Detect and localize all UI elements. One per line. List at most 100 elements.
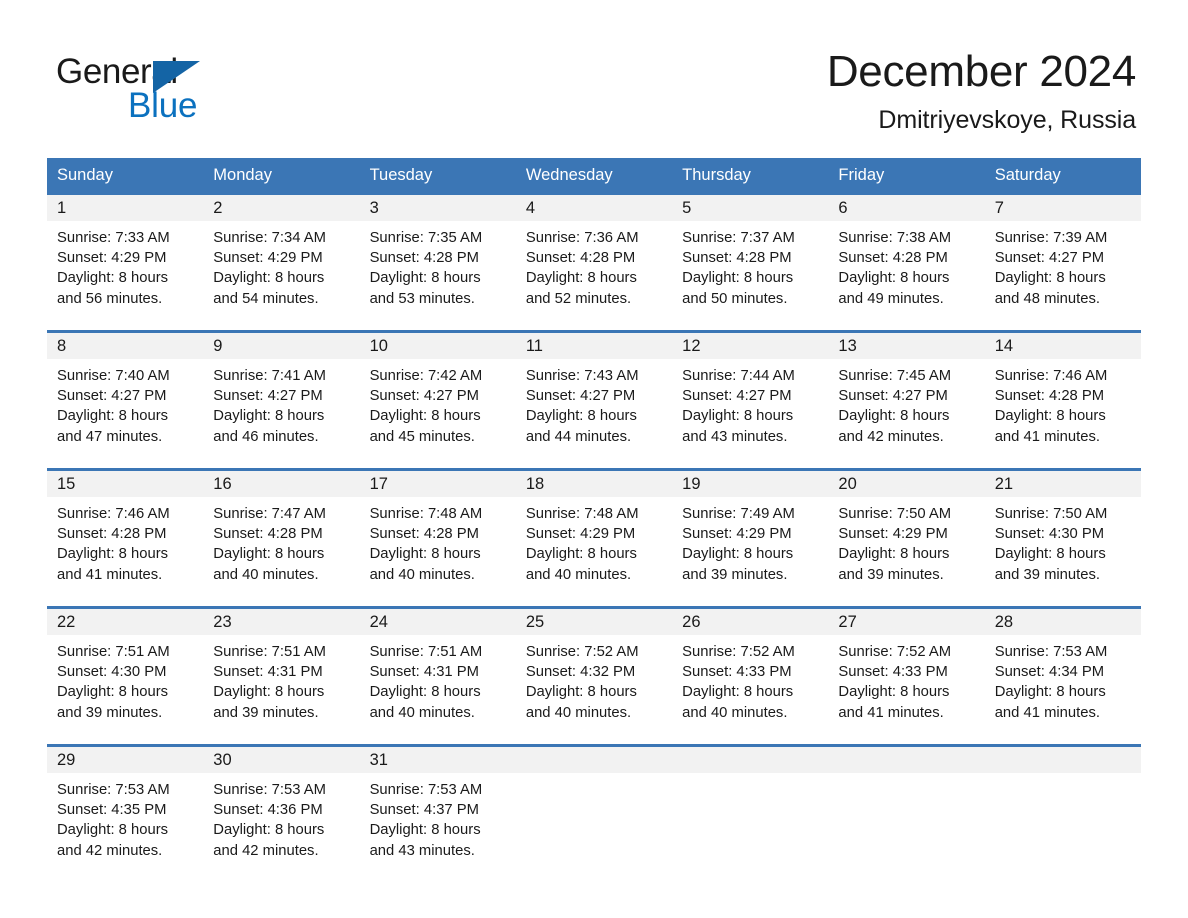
daylight-text-line2: and 39 minutes.	[838, 566, 944, 583]
day-number: 9	[213, 336, 223, 355]
daylight-text-line2: and 44 minutes.	[525, 428, 632, 445]
daylight-text-line1: Daylight: 8 hours	[369, 270, 481, 287]
daylight-text-line2: and 43 minutes.	[682, 428, 788, 445]
daylight-text-line2: and 45 minutes.	[369, 428, 475, 445]
sunset-text: Sunset: 4:31 PM	[369, 664, 479, 681]
page-header: General Blue December 2024 Dmitriyevskoy…	[0, 0, 1188, 158]
sunset-text: Sunset: 4:28 PM	[213, 526, 323, 543]
daylight-text-line1: Daylight: 8 hours	[838, 270, 950, 287]
day-cell[interactable]: 2 Sunrise: 7:34 AM Sunset: 4:29 PM Daylight…	[203, 194, 360, 311]
day-cell[interactable]: 27 Sunrise: 7:52 AM Sunset: 4:33 PM Dayligh…	[828, 608, 985, 725]
day-number: 8	[57, 336, 67, 355]
daylight-text-line1: Daylight: 8 hours	[369, 546, 481, 563]
weekday-header-tuesday: Tuesday	[369, 166, 433, 184]
sunrise-text: Sunrise: 7:52 AM	[838, 643, 952, 660]
daylight-text-line1: Daylight: 8 hours	[369, 822, 481, 839]
day-cell-empty	[828, 746, 985, 863]
day-cell[interactable]: 31 Sunrise: 7:53 AM Sunset: 4:37 PM Dayligh…	[359, 746, 516, 863]
day-cell[interactable]: 8 Sunrise: 7:40 AM Sunset: 4:27 PM Daylight…	[47, 332, 204, 449]
sunset-text: Sunset: 4:28 PM	[525, 250, 636, 267]
sunrise-text: Sunrise: 7:47 AM	[213, 505, 326, 522]
day-cell[interactable]: 23 Sunrise: 7:51 AM Sunset: 4:31 PM Dayligh…	[203, 608, 360, 725]
daylight-text-line2: and 41 minutes.	[838, 704, 944, 721]
day-cell[interactable]: 15 Sunrise: 7:46 AM Sunset: 4:28 PM Dayligh…	[47, 470, 204, 587]
day-number: 10	[369, 336, 388, 355]
day-cell[interactable]: 24 Sunrise: 7:51 AM Sunset: 4:31 PM Dayligh…	[359, 608, 516, 725]
sunset-text: Sunset: 4:28 PM	[369, 250, 479, 267]
weekday-header-wednesday: Wednesday	[525, 166, 613, 184]
sunrise-text: Sunrise: 7:51 AM	[57, 643, 170, 660]
day-cell[interactable]: 28 Sunrise: 7:53 AM Sunset: 4:34 PM Dayligh…	[984, 608, 1141, 725]
day-cell[interactable]: 19 Sunrise: 7:49 AM Sunset: 4:29 PM Dayligh…	[672, 470, 829, 587]
day-cell[interactable]: 10 Sunrise: 7:42 AM Sunset: 4:27 PM Dayligh…	[359, 332, 516, 449]
day-cell[interactable]: 22 Sunrise: 7:51 AM Sunset: 4:30 PM Dayligh…	[47, 608, 204, 725]
sunset-text: Sunset: 4:29 PM	[57, 250, 167, 267]
daylight-text-line2: and 52 minutes.	[525, 290, 632, 307]
day-number: 4	[525, 198, 536, 217]
day-cell[interactable]: 21 Sunrise: 7:50 AM Sunset: 4:30 PM Dayligh…	[984, 470, 1141, 587]
day-cell[interactable]: 20 Sunrise: 7:50 AM Sunset: 4:29 PM Dayligh…	[828, 470, 985, 587]
sunrise-text: Sunrise: 7:46 AM	[57, 505, 170, 522]
sunset-text: Sunset: 4:30 PM	[57, 664, 167, 681]
sunset-text: Sunset: 4:29 PM	[525, 526, 636, 543]
sunrise-text: Sunrise: 7:51 AM	[369, 643, 483, 660]
week-spacer	[47, 449, 1141, 468]
daylight-text-line1: Daylight: 8 hours	[838, 684, 950, 701]
sunrise-text: Sunrise: 7:53 AM	[213, 781, 326, 798]
day-number: 18	[525, 474, 545, 493]
day-number: 11	[525, 336, 543, 355]
sunset-text: Sunset: 4:27 PM	[213, 388, 323, 405]
day-number: 21	[994, 474, 1014, 493]
day-cell[interactable]: 14 Sunrise: 7:46 AM Sunset: 4:28 PM Dayligh…	[984, 332, 1141, 449]
week-row: 29 Sunrise: 7:53 AM Sunset: 4:35 PM Dayligh…	[47, 743, 1141, 863]
daylight-text-line2: and 46 minutes.	[213, 428, 319, 445]
sunrise-text: Sunrise: 7:44 AM	[682, 367, 795, 384]
daylight-text-line1: Daylight: 8 hours	[57, 684, 169, 701]
day-cell[interactable]: 1 Sunrise: 7:33 AM Sunset: 4:29 PM Daylight…	[47, 194, 204, 311]
sunset-text: Sunset: 4:28 PM	[994, 388, 1105, 405]
day-cell[interactable]: 3 Sunrise: 7:35 AM Sunset: 4:28 PM Daylight…	[359, 194, 516, 311]
day-number: 26	[682, 612, 701, 631]
sunrise-text: Sunrise: 7:39 AM	[994, 229, 1108, 246]
day-cell[interactable]: 4 Sunrise: 7:36 AM Sunset: 4:28 PM Daylight…	[515, 194, 673, 311]
sunset-text: Sunset: 4:30 PM	[994, 526, 1105, 543]
day-number: 28	[994, 612, 1014, 631]
day-cell[interactable]: 16 Sunrise: 7:47 AM Sunset: 4:28 PM Dayligh…	[203, 470, 360, 587]
day-cell[interactable]: 13 Sunrise: 7:45 AM Sunset: 4:27 PM Dayligh…	[828, 332, 985, 449]
page-subtitle: Dmitriyevskoye, Russia	[878, 105, 1136, 134]
day-cell-empty	[672, 746, 829, 863]
day-cell[interactable]: 29 Sunrise: 7:53 AM Sunset: 4:35 PM Dayligh…	[47, 746, 204, 863]
daylight-text-line2: and 40 minutes.	[525, 566, 632, 583]
day-cell[interactable]: 17 Sunrise: 7:48 AM Sunset: 4:28 PM Dayligh…	[359, 470, 516, 587]
day-cell[interactable]: 6 Sunrise: 7:38 AM Sunset: 4:28 PM Daylight…	[828, 194, 985, 311]
week-spacer	[47, 725, 1141, 744]
daylight-text-line2: and 40 minutes.	[369, 704, 475, 721]
sunrise-text: Sunrise: 7:33 AM	[57, 229, 170, 246]
daylight-text-line2: and 53 minutes.	[369, 290, 475, 307]
sunset-text: Sunset: 4:27 PM	[57, 388, 167, 405]
sunrise-text: Sunrise: 7:34 AM	[213, 229, 326, 246]
day-cell[interactable]: 7 Sunrise: 7:39 AM Sunset: 4:27 PM Daylight…	[984, 194, 1141, 311]
day-cell[interactable]: 12 Sunrise: 7:44 AM Sunset: 4:27 PM Dayligh…	[672, 332, 829, 449]
daylight-text-line1: Daylight: 8 hours	[838, 546, 950, 563]
day-number: 6	[838, 198, 848, 217]
day-cell-empty	[984, 746, 1141, 863]
day-cell[interactable]: 11 Sunrise: 7:43 AM Sunset: 4:27 PM Dayligh…	[515, 332, 673, 449]
daylight-text-line1: Daylight: 8 hours	[213, 408, 325, 425]
daylight-text-line2: and 42 minutes.	[838, 428, 944, 445]
day-cell[interactable]: 9 Sunrise: 7:41 AM Sunset: 4:27 PM Daylight…	[203, 332, 360, 449]
daylight-text-line2: and 39 minutes.	[213, 704, 319, 721]
sunset-text: Sunset: 4:36 PM	[213, 802, 323, 819]
day-cell[interactable]: 18 Sunrise: 7:48 AM Sunset: 4:29 PM Dayligh…	[515, 470, 673, 587]
day-cell[interactable]: 26 Sunrise: 7:52 AM Sunset: 4:33 PM Dayligh…	[672, 608, 829, 725]
daylight-text-line2: and 41 minutes.	[57, 566, 163, 583]
sunrise-text: Sunrise: 7:50 AM	[994, 505, 1108, 522]
weekday-header-monday: Monday	[213, 166, 272, 184]
daylight-text-line2: and 47 minutes.	[57, 428, 163, 445]
daylight-text-line2: and 39 minutes.	[57, 704, 163, 721]
day-cell[interactable]: 5 Sunrise: 7:37 AM Sunset: 4:28 PM Daylight…	[672, 194, 829, 311]
day-cell[interactable]: 30 Sunrise: 7:53 AM Sunset: 4:36 PM Dayligh…	[203, 746, 360, 863]
sunset-text: Sunset: 4:34 PM	[994, 664, 1105, 681]
day-cell[interactable]: 25 Sunrise: 7:52 AM Sunset: 4:32 PM Dayligh…	[515, 608, 673, 725]
sunrise-text: Sunrise: 7:42 AM	[369, 367, 483, 384]
